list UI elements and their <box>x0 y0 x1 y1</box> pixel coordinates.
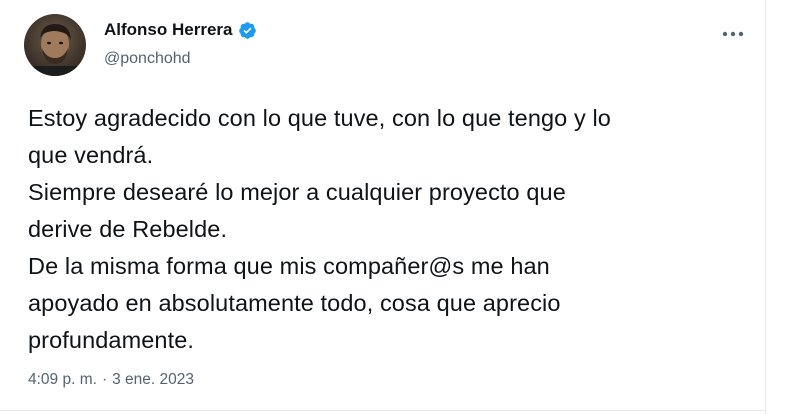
tweet-text-line: De la misma forma que mis compañer@s me … <box>28 253 550 279</box>
author-handle[interactable]: @ponchohd <box>104 50 191 68</box>
author-name-row: Alfonso Herrera <box>104 20 257 40</box>
author-display-name[interactable]: Alfonso Herrera <box>104 20 232 40</box>
more-options-button[interactable] <box>716 22 750 46</box>
tweet-card: Alfonso Herrera @ponchohd Estoy agradeci… <box>0 0 800 414</box>
more-horizontal-icon <box>722 31 744 37</box>
tweet-text-line: Siempre desearé lo mejor a cualquier pro… <box>28 179 566 205</box>
tweet-date-link[interactable]: 3 ene. 2023 <box>112 371 194 389</box>
tweet-text-line: apoyado en absolutamente todo, cosa que … <box>28 290 561 316</box>
tweet-text: Estoy agradecido con lo que tuve, con lo… <box>28 100 758 359</box>
card-border-right <box>765 0 766 414</box>
card-border-bottom <box>0 410 766 411</box>
avatar-photo-icon <box>24 14 86 76</box>
tweet-text-line: profundamente. <box>28 327 195 353</box>
verified-badge-icon <box>239 21 257 39</box>
meta-separator: · <box>101 371 108 388</box>
tweet-time-link[interactable]: 4:09 p. m. <box>28 371 97 389</box>
tweet-text-line: Estoy agradecido con lo que tuve, con lo… <box>28 105 611 131</box>
author-avatar[interactable] <box>24 14 86 76</box>
tweet-text-line: derive de Rebelde. <box>28 216 228 242</box>
tweet-text-line: que vendrá. <box>28 142 154 168</box>
tweet-timestamp: 4:09 p. m. · 3 ene. 2023 <box>28 371 194 389</box>
